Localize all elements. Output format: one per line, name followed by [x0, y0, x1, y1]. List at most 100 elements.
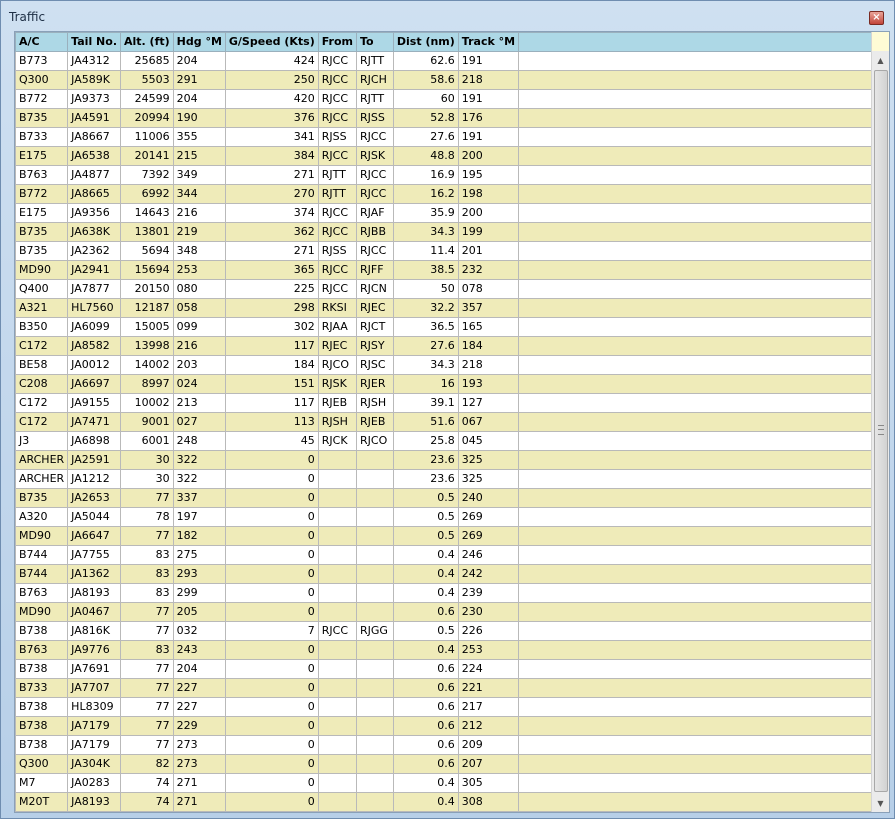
- cell-from: [317, 697, 358, 717]
- table-row[interactable]: B350 JA6099 15005 099 302 RJAA RJCT 36.5 165: [15, 317, 872, 337]
- table-row[interactable]: Q400 JA7877 20150 080 225 RJCC RJCN 50 078: [15, 279, 872, 299]
- cell-track: 305: [457, 773, 520, 793]
- cell-ac: B738: [15, 735, 69, 755]
- cell-ac: B733: [15, 127, 69, 147]
- cell-from: RJTT: [317, 165, 358, 185]
- traffic-grid: A/C Tail No. Alt. (ft) Hdg °M G/Speed (Kts) F…: [15, 32, 872, 812]
- table-row[interactable]: E175 JA6538 20141 215 384 RJCC RJSK 48.8 200: [15, 146, 872, 166]
- cell-hdg: 213: [172, 393, 226, 413]
- table-row[interactable]: A320 JA5044 78 197 0 0.5 269: [15, 507, 872, 527]
- cell-track: 240: [457, 488, 520, 508]
- table-row[interactable]: B735 JA638K 13801 219 362 RJCC RJBB 34.3 199: [15, 222, 872, 242]
- table-row[interactable]: B772 JA9373 24599 204 420 RJCC RJTT 60 191: [15, 89, 872, 109]
- table-row[interactable]: B744 JA7755 83 275 0 0.4 246: [15, 545, 872, 565]
- cell-filler: [518, 298, 872, 318]
- cell-dist: 23.6: [392, 450, 459, 470]
- table-row[interactable]: MD90 JA2941 15694 253 365 RJCC RJFF 38.5 232: [15, 260, 872, 280]
- arrow-up-icon[interactable]: ▲: [872, 52, 889, 69]
- table-row[interactable]: M20T JA8193 74 271 0 0.4 308: [15, 792, 872, 812]
- arrow-down-icon[interactable]: ▼: [872, 795, 889, 812]
- cell-from: RJCC: [317, 279, 358, 299]
- close-button[interactable]: ×: [869, 11, 884, 25]
- cell-filler: [518, 621, 872, 641]
- cell-gspeed: 0: [224, 488, 319, 508]
- cell-from: [317, 678, 358, 698]
- table-row[interactable]: B738 HL8309 77 227 0 0.6 217: [15, 697, 872, 717]
- column-header-alt[interactable]: Alt. (ft): [120, 32, 174, 52]
- table-row[interactable]: B735 JA2362 5694 348 271 RJSS RJCC 11.4 201: [15, 241, 872, 261]
- cell-from: RJSK: [317, 374, 358, 394]
- title-bar[interactable]: Traffic ×: [1, 1, 894, 31]
- cell-tail-no: JA7179: [67, 716, 121, 736]
- cell-to: [356, 754, 394, 774]
- cell-dist: 23.6: [392, 469, 459, 489]
- table-row[interactable]: A321 HL7560 12187 058 298 RKSI RJEC 32.2 357: [15, 298, 872, 318]
- cell-gspeed: 0: [224, 564, 319, 584]
- table-row[interactable]: B763 JA8193 83 299 0 0.4 239: [15, 583, 872, 603]
- table-row[interactable]: BE58 JA0012 14002 203 184 RJCO RJSC 34.3 218: [15, 355, 872, 375]
- table-row[interactable]: C208 JA6697 8997 024 151 RJSK RJER 16 193: [15, 374, 872, 394]
- cell-to: [356, 716, 394, 736]
- cell-gspeed: 0: [224, 545, 319, 565]
- cell-to: [356, 678, 394, 698]
- column-header-to[interactable]: To: [356, 32, 394, 52]
- cell-hdg: 027: [172, 412, 226, 432]
- cell-dist: 0.5: [392, 507, 459, 527]
- table-row[interactable]: E175 JA9356 14643 216 374 RJCC RJAF 35.9 200: [15, 203, 872, 223]
- cell-dist: 58.6: [392, 70, 459, 90]
- column-header-hdg[interactable]: Hdg °M: [172, 32, 226, 52]
- cell-tail-no: JA8667: [67, 127, 121, 147]
- cell-hdg: 322: [172, 450, 226, 470]
- table-row[interactable]: B772 JA8665 6992 344 270 RJTT RJCC 16.2 198: [15, 184, 872, 204]
- table-row[interactable]: ARCHER JA2591 30 322 0 23.6 325: [15, 450, 872, 470]
- cell-alt: 78: [120, 507, 174, 527]
- column-header-tail-no[interactable]: Tail No.: [67, 32, 121, 52]
- table-row[interactable]: M7 JA0283 74 271 0 0.4 305: [15, 773, 872, 793]
- cell-alt: 11006: [120, 127, 174, 147]
- table-row[interactable]: C172 JA9155 10002 213 117 RJEB RJSH 39.1 127: [15, 393, 872, 413]
- table-row[interactable]: C172 JA8582 13998 216 117 RJEC RJSY 27.6 184: [15, 336, 872, 356]
- vertical-scrollbar[interactable]: ▲ ▼: [871, 32, 889, 812]
- table-row[interactable]: Q300 JA304K 82 273 0 0.6 207: [15, 754, 872, 774]
- column-header-dist[interactable]: Dist (nm): [392, 32, 459, 52]
- table-row[interactable]: B733 JA8667 11006 355 341 RJSS RJCC 27.6 191: [15, 127, 872, 147]
- cell-track: 191: [457, 51, 520, 71]
- table-row[interactable]: B735 JA4591 20994 190 376 RJCC RJSS 52.8 176: [15, 108, 872, 128]
- cell-from: [317, 545, 358, 565]
- scroll-thumb[interactable]: [874, 70, 888, 792]
- cell-from: RJSS: [317, 241, 358, 261]
- table-row[interactable]: B738 JA7179 77 273 0 0.6 209: [15, 735, 872, 755]
- table-row[interactable]: ARCHER JA1212 30 322 0 23.6 325: [15, 469, 872, 489]
- table-row[interactable]: MD90 JA6647 77 182 0 0.5 269: [15, 526, 872, 546]
- table-row[interactable]: B738 JA7179 77 229 0 0.6 212: [15, 716, 872, 736]
- cell-from: [317, 507, 358, 527]
- cell-to: RJCC: [356, 241, 394, 261]
- table-row[interactable]: B738 JA7691 77 204 0 0.6 224: [15, 659, 872, 679]
- cell-ac: MD90: [15, 526, 69, 546]
- table-row[interactable]: Q300 JA589K 5503 291 250 RJCC RJCH 58.6 218: [15, 70, 872, 90]
- cell-dist: 50: [392, 279, 459, 299]
- table-row[interactable]: B773 JA4312 25685 204 424 RJCC RJTT 62.6 191: [15, 51, 872, 71]
- cell-from: [317, 754, 358, 774]
- column-header-ac[interactable]: A/C: [15, 32, 69, 52]
- cell-hdg: 190: [172, 108, 226, 128]
- column-header-track[interactable]: Track °M: [457, 32, 520, 52]
- cell-hdg: 204: [172, 51, 226, 71]
- cell-dist: 32.2: [392, 298, 459, 318]
- table-row[interactable]: B738 JA816K 77 032 7 RJCC RJGG 0.5 226: [15, 621, 872, 641]
- table-row[interactable]: C172 JA7471 9001 027 113 RJSH RJEB 51.6 067: [15, 412, 872, 432]
- table-row[interactable]: MD90 JA0467 77 205 0 0.6 230: [15, 602, 872, 622]
- table-row[interactable]: J3 JA6898 6001 248 45 RJCK RJCO 25.8 045: [15, 431, 872, 451]
- table-row[interactable]: B733 JA7707 77 227 0 0.6 221: [15, 678, 872, 698]
- cell-to: RJSK: [356, 146, 394, 166]
- table-row[interactable]: B735 JA2653 77 337 0 0.5 240: [15, 488, 872, 508]
- cell-gspeed: 302: [224, 317, 319, 337]
- table-row[interactable]: B763 JA4877 7392 349 271 RJTT RJCC 16.9 195: [15, 165, 872, 185]
- cell-dist: 0.6: [392, 716, 459, 736]
- table-row[interactable]: B763 JA9776 83 243 0 0.4 253: [15, 640, 872, 660]
- table-row[interactable]: B744 JA1362 83 293 0 0.4 242: [15, 564, 872, 584]
- cell-tail-no: JA1362: [67, 564, 121, 584]
- cell-alt: 30: [120, 450, 174, 470]
- column-header-gspeed[interactable]: G/Speed (Kts): [224, 32, 319, 52]
- column-header-from[interactable]: From: [317, 32, 358, 52]
